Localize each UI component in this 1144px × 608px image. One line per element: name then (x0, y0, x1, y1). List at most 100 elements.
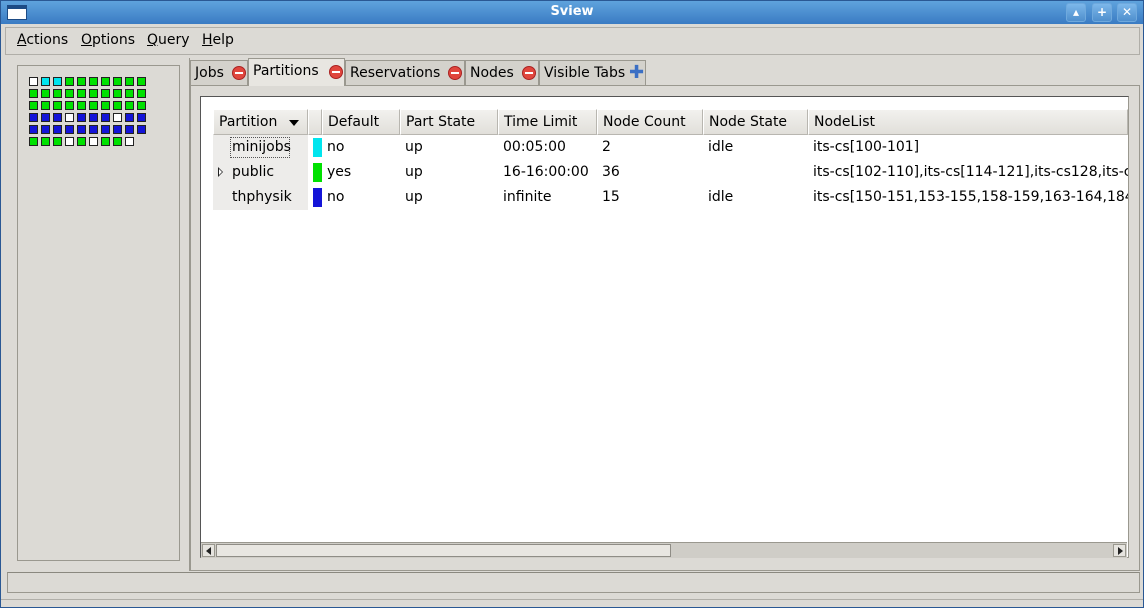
table-header: Partition Default Part State Time Limit … (213, 109, 1128, 135)
node-cell[interactable] (113, 125, 122, 134)
minimize-button[interactable]: ▴ (1066, 3, 1086, 22)
node-cell[interactable] (137, 113, 146, 122)
scroll-left-icon[interactable] (202, 544, 215, 557)
column-header-time-limit[interactable]: Time Limit (498, 109, 597, 135)
part-state-value: up (405, 189, 423, 205)
node-cell[interactable] (41, 101, 50, 110)
node-cell[interactable] (89, 137, 98, 146)
node-cell[interactable] (101, 125, 110, 134)
node-cell[interactable] (113, 101, 122, 110)
node-cell[interactable] (101, 113, 110, 122)
menu-query[interactable]: Query (147, 32, 190, 48)
node-cell[interactable] (29, 89, 38, 98)
tab-jobs[interactable]: Jobs (190, 60, 248, 85)
node-cell[interactable] (89, 101, 98, 110)
tab-reservations[interactable]: Reservations (345, 60, 465, 85)
node-cell[interactable] (65, 113, 74, 122)
column-header-partition[interactable]: Partition (213, 109, 308, 135)
node-cell[interactable] (29, 77, 38, 86)
node-cell[interactable] (53, 125, 62, 134)
menu-help[interactable]: Help (202, 32, 234, 48)
node-cell[interactable] (29, 125, 38, 134)
node-cell[interactable] (101, 77, 110, 86)
node-cell[interactable] (29, 137, 38, 146)
node-cell[interactable] (53, 101, 62, 110)
node-grid-panel (17, 65, 180, 561)
node-cell[interactable] (65, 101, 74, 110)
node-cell[interactable] (65, 125, 74, 134)
scroll-right-icon[interactable] (1113, 544, 1126, 557)
close-icon[interactable] (448, 66, 462, 80)
node-cell[interactable] (89, 113, 98, 122)
node-cell[interactable] (41, 77, 50, 86)
node-cell[interactable] (65, 89, 74, 98)
window-title: Sview (550, 4, 594, 19)
node-cell[interactable] (101, 137, 110, 146)
expand-arrow-icon[interactable] (218, 167, 223, 177)
node-cell[interactable] (113, 113, 122, 122)
node-cell[interactable] (113, 89, 122, 98)
node-cell[interactable] (77, 137, 86, 146)
node-cell[interactable] (65, 77, 74, 86)
tab-visible-tabs[interactable]: Visible Tabs ✚ (539, 60, 646, 85)
column-header-nodelist[interactable]: NodeList (808, 109, 1128, 135)
node-cell[interactable] (41, 125, 50, 134)
node-cell[interactable] (41, 89, 50, 98)
node-cell[interactable] (113, 77, 122, 86)
node-cell[interactable] (101, 101, 110, 110)
menu-actions[interactable]: Actions (17, 32, 68, 48)
node-cell[interactable] (65, 137, 74, 146)
close-icon[interactable] (522, 66, 536, 80)
plus-icon[interactable]: ✚ (629, 64, 644, 82)
column-header-default[interactable]: Default (322, 109, 400, 135)
part-state-value: up (405, 139, 423, 155)
node-cell[interactable] (77, 77, 86, 86)
close-icon[interactable] (329, 65, 343, 79)
node-cell[interactable] (125, 125, 134, 134)
node-cell[interactable] (89, 125, 98, 134)
node-cell[interactable] (101, 89, 110, 98)
node-state-value: idle (708, 189, 734, 205)
node-cell[interactable] (125, 137, 134, 146)
node-cell[interactable] (41, 113, 50, 122)
node-cell[interactable] (53, 77, 62, 86)
node-cell[interactable] (29, 113, 38, 122)
tab-nodes[interactable]: Nodes (465, 60, 539, 85)
node-cell[interactable] (89, 77, 98, 86)
node-cell[interactable] (125, 77, 134, 86)
column-header-part-state[interactable]: Part State (400, 109, 498, 135)
node-cell[interactable] (137, 101, 146, 110)
node-cell[interactable] (137, 89, 146, 98)
node-cell[interactable] (137, 125, 146, 134)
node-cell[interactable] (77, 101, 86, 110)
menu-options[interactable]: Options (81, 32, 135, 48)
node-cell[interactable] (113, 137, 122, 146)
node-cell[interactable] (53, 137, 62, 146)
node-cell[interactable] (125, 101, 134, 110)
node-cell[interactable] (77, 125, 86, 134)
bottom-divider (1, 599, 1143, 600)
node-cell[interactable] (53, 113, 62, 122)
node-cell[interactable] (41, 137, 50, 146)
node-cell[interactable] (125, 89, 134, 98)
maximize-button[interactable]: + (1092, 3, 1112, 22)
column-header-node-count[interactable]: Node Count (597, 109, 703, 135)
node-cell[interactable] (77, 113, 86, 122)
node-cell[interactable] (125, 113, 134, 122)
close-icon[interactable] (232, 66, 246, 80)
table-row[interactable]: thphysik no up infinite 15 idle its-cs[1… (213, 185, 1128, 210)
column-header-color[interactable] (308, 109, 322, 135)
close-button[interactable]: ✕ (1117, 3, 1137, 22)
table-row[interactable]: public yes up 16-16:00:00 36 its-cs[102-… (213, 160, 1128, 185)
column-header-node-state[interactable]: Node State (703, 109, 808, 135)
node-cell[interactable] (137, 77, 146, 86)
nodelist-value: its-cs[102-110],its-cs[114-121],its-cs12… (813, 164, 1128, 180)
node-cell[interactable] (29, 101, 38, 110)
node-cell[interactable] (77, 89, 86, 98)
node-cell[interactable] (89, 89, 98, 98)
node-cell[interactable] (53, 89, 62, 98)
scrollbar-thumb[interactable] (216, 544, 671, 557)
table-row[interactable]: minijobs no up 00:05:00 2 idle its-cs[10… (213, 135, 1128, 160)
horizontal-scrollbar[interactable] (201, 542, 1127, 558)
tab-partitions[interactable]: Partitions (248, 58, 345, 86)
